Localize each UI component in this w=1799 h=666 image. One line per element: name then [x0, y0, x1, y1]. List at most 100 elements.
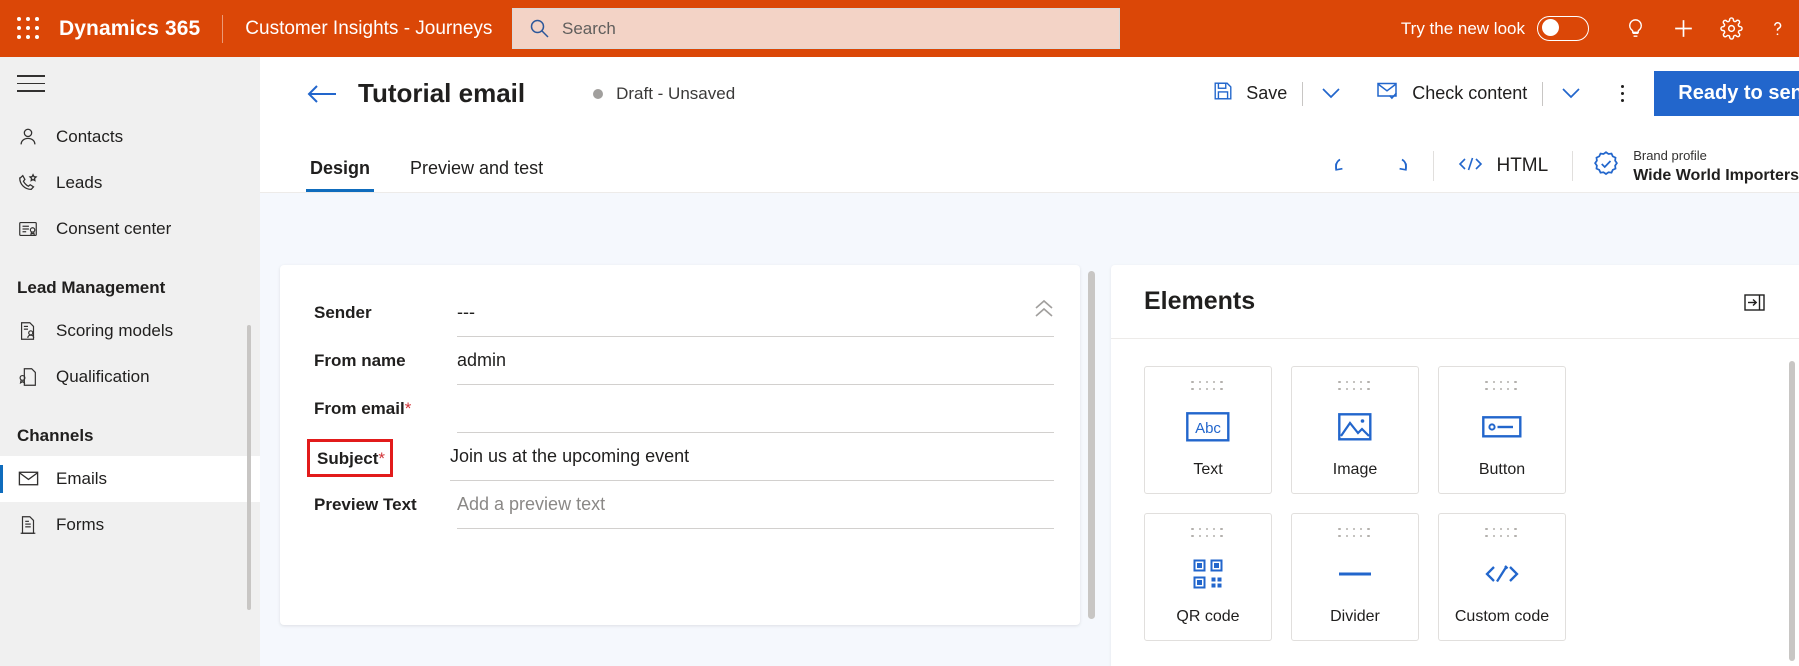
tab-design[interactable]: Design [306, 158, 375, 192]
sidebar-item-leads[interactable]: Leads [0, 160, 260, 206]
save-button[interactable]: Save [1206, 80, 1293, 107]
required-asterisk: * [378, 449, 386, 468]
question-icon[interactable] [1755, 0, 1799, 57]
global-search-box[interactable]: Search [512, 8, 1120, 49]
chevron-double-up-icon[interactable] [1032, 299, 1056, 324]
element-card-custom-code[interactable]: Custom code [1438, 513, 1566, 641]
html-button[interactable]: HTML [1444, 149, 1562, 184]
new-look-toggle[interactable] [1537, 16, 1589, 41]
sidebar-scrollbar[interactable] [247, 325, 251, 610]
field-row-from-name: From name admin [280, 337, 1080, 385]
required-asterisk: * [404, 399, 412, 418]
command-bar: Tutorial email Draft - Unsaved Save Chec… [260, 57, 1799, 130]
lightbulb-icon[interactable] [1611, 0, 1659, 57]
drag-handle-icon[interactable] [1338, 528, 1371, 539]
drag-handle-icon[interactable] [1485, 528, 1518, 539]
custom-code-icon [1484, 539, 1520, 608]
sidebar-item-label: Scoring models [56, 320, 174, 340]
element-card-text[interactable]: Abc Text [1144, 366, 1272, 494]
lead-phone-icon [17, 172, 43, 194]
status-text: Draft - Unsaved [616, 83, 736, 103]
drag-handle-icon[interactable] [1485, 381, 1518, 392]
drag-handle-icon[interactable] [1191, 381, 1224, 392]
design-toolbar: HTML Brand profile Wide World Importers [1319, 146, 1799, 186]
form-icon [17, 514, 43, 536]
save-disk-icon [1212, 80, 1234, 107]
top-bar-actions: Try the new look [1401, 0, 1799, 57]
sender-value[interactable]: --- [457, 289, 1054, 337]
element-card-image[interactable]: Image [1291, 366, 1419, 494]
envelope-check-icon [1376, 80, 1400, 107]
sidebar-item-label: Leads [56, 172, 103, 192]
image-icon [1338, 392, 1372, 461]
app-launcher-icon[interactable] [17, 16, 41, 41]
subject-label: Subject* [307, 439, 393, 477]
plus-icon[interactable] [1659, 0, 1707, 57]
from-email-value[interactable] [457, 385, 1054, 433]
back-arrow-icon[interactable] [306, 83, 337, 105]
sidebar-item-label: Emails [56, 468, 108, 488]
sidebar-item-scoring-models[interactable]: Scoring models [0, 308, 260, 354]
save-chevron-down-icon[interactable] [1312, 84, 1350, 103]
person-icon [17, 126, 43, 148]
brand-profile-button[interactable]: Brand profile Wide World Importers [1583, 146, 1799, 186]
design-canvas: Sender --- From name admin From email* S… [260, 193, 1799, 666]
top-app-bar: Dynamics 365 Customer Insights - Journey… [0, 0, 1799, 57]
html-label: HTML [1496, 155, 1549, 176]
sidebar-item-forms[interactable]: Forms [0, 502, 260, 548]
ready-to-send-button[interactable]: Ready to send [1654, 71, 1799, 116]
sidebar-group-lead-management: Lead Management [17, 277, 166, 297]
command-divider [1542, 81, 1544, 106]
command-bar-actions: Save Check content Ready to send [1206, 57, 1799, 130]
check-content-button[interactable]: Check content [1370, 80, 1533, 107]
main-content: Tutorial email Draft - Unsaved Save Chec… [260, 57, 1799, 666]
element-label: Button [1478, 461, 1526, 478]
element-card-qr-code[interactable]: QR code [1144, 513, 1272, 641]
drag-handle-icon[interactable] [1191, 528, 1224, 539]
check-content-label: Check content [1412, 83, 1528, 103]
tab-preview-and-test[interactable]: Preview and test [406, 158, 547, 192]
more-options-icon[interactable] [1604, 84, 1640, 103]
sidebar-item-emails[interactable]: Emails [0, 455, 260, 502]
drag-handle-icon[interactable] [1338, 381, 1371, 392]
gear-icon[interactable] [1707, 0, 1755, 57]
search-icon [529, 18, 550, 39]
save-label: Save [1246, 83, 1288, 103]
elements-panel-title: Elements [1144, 287, 1256, 315]
scoring-model-icon [17, 320, 43, 342]
field-row-sender: Sender --- [280, 289, 1080, 337]
brand-profile-name: Wide World Importers [1633, 167, 1799, 184]
sidebar-item-contacts[interactable]: Contacts [0, 114, 260, 160]
svg-text:Abc: Abc [1195, 420, 1221, 437]
collapse-panel-icon[interactable] [1744, 293, 1765, 317]
hamburger-icon[interactable] [17, 75, 45, 92]
sidebar-item-label: Consent center [56, 218, 172, 238]
check-content-chevron-down-icon[interactable] [1552, 84, 1590, 103]
preview-text-input[interactable]: Add a preview text [457, 481, 1054, 529]
from-name-value[interactable]: admin [457, 337, 1054, 385]
consent-document-icon [17, 218, 43, 240]
canvas-scrollbar[interactable] [1088, 271, 1095, 619]
element-card-divider[interactable]: Divider [1291, 513, 1419, 641]
undo-icon[interactable] [1319, 149, 1371, 183]
left-navigation: Contacts Leads Consent center Lead Manag… [0, 57, 260, 666]
from-email-label: From email* [314, 399, 412, 418]
brand-title[interactable]: Dynamics 365 [59, 17, 200, 41]
page-title: Tutorial email [358, 78, 526, 108]
subject-input[interactable]: Join us at the upcoming event [450, 433, 1054, 481]
redo-icon[interactable] [1371, 149, 1423, 183]
sidebar-item-qualification[interactable]: Qualification [0, 354, 260, 400]
qualification-icon [17, 366, 43, 388]
element-label: Custom code [1454, 608, 1550, 625]
elements-panel-scrollbar[interactable] [1789, 361, 1795, 661]
elements-panel: Elements Abc Text Image Button QR code D… [1111, 265, 1799, 666]
search-placeholder: Search [562, 18, 616, 38]
sidebar-group-channels: Channels [17, 425, 94, 445]
element-card-button[interactable]: Button [1438, 366, 1566, 494]
toolbar-divider [1433, 151, 1435, 181]
field-row-preview-text: Preview Text Add a preview text [280, 481, 1080, 529]
app-name-label[interactable]: Customer Insights - Journeys [245, 18, 492, 40]
sidebar-item-label: Forms [56, 514, 105, 534]
element-label: Divider [1330, 608, 1380, 625]
sidebar-item-consent-center[interactable]: Consent center [0, 206, 260, 252]
